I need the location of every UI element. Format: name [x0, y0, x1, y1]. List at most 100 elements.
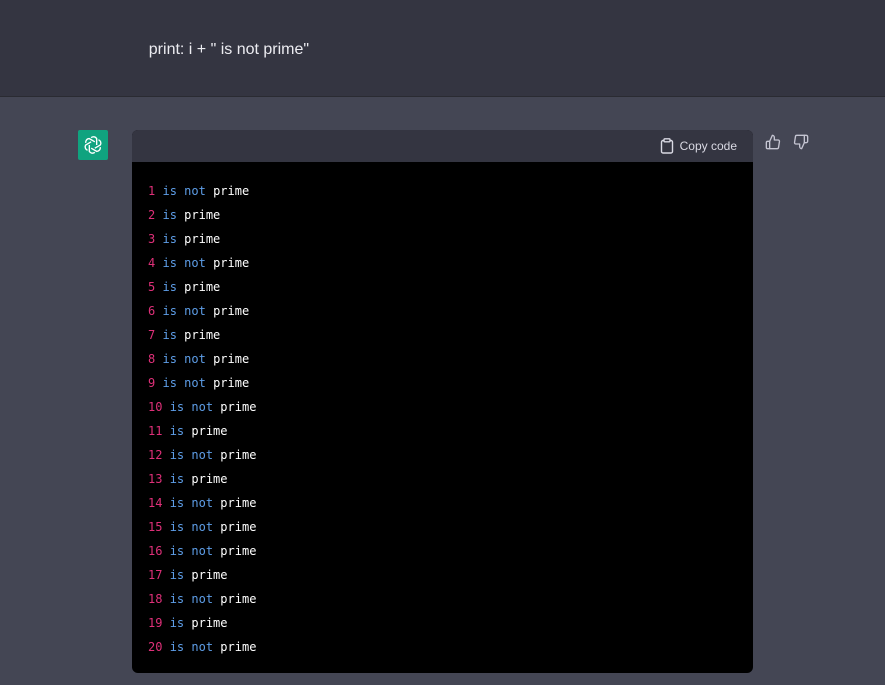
token-num: 3 — [148, 232, 156, 246]
code-output-line: 3 is prime — [148, 227, 737, 251]
thumbs-down-button[interactable] — [792, 133, 810, 151]
code-block: Copy code 1 is not prime 2 is prime 3 is p… — [132, 130, 753, 673]
token-word: prime — [213, 304, 250, 318]
token-is: is — [162, 328, 177, 342]
token-num: 14 — [148, 496, 163, 510]
token-not: not — [184, 184, 206, 198]
token-word: prime — [184, 208, 221, 222]
code-output-line: 20 is not prime — [148, 635, 737, 659]
token-is: is — [169, 592, 185, 606]
token-num: 9 — [148, 376, 156, 390]
token-num: 18 — [148, 592, 163, 606]
token-is: is — [169, 640, 185, 654]
code-output: 1 is not prime 2 is prime 3 is prime 4 is n… — [132, 162, 753, 659]
token-not: not — [184, 304, 206, 318]
token-word: prime — [184, 280, 221, 294]
token-word: prime — [220, 520, 257, 534]
token-not: not — [191, 400, 214, 414]
token-num: 1 — [148, 184, 156, 198]
thumbs-up-icon — [765, 134, 781, 150]
token-not: not — [191, 520, 214, 534]
token-not: not — [191, 544, 214, 558]
token-is: is — [162, 256, 177, 270]
code-line: print: i + " is not prime" — [131, 41, 310, 58]
token-word: prime — [220, 544, 257, 558]
code-output-line: 18 is not prime — [148, 587, 737, 611]
code-output-line: 9 is not prime — [148, 371, 737, 395]
token-num: 16 — [148, 544, 163, 558]
token-num: 6 — [148, 304, 156, 318]
token-num: 5 — [148, 280, 156, 294]
token-num: 12 — [148, 448, 163, 462]
token-word: prime — [213, 352, 250, 366]
token-num: 19 — [148, 616, 163, 630]
token-is: is — [162, 280, 177, 294]
token-word: prime — [191, 568, 228, 582]
token-is: is — [169, 496, 185, 510]
code-output-line: 15 is not prime — [148, 515, 737, 539]
token-word: prime — [191, 472, 228, 486]
token-not: not — [191, 448, 214, 462]
token-word: prime — [184, 232, 221, 246]
code-block-header: Copy code — [132, 130, 753, 162]
token-is: is — [169, 424, 185, 438]
code-output-line: 1 is not prime — [148, 179, 737, 203]
code-output-line: 5 is prime — [148, 275, 737, 299]
token-not: not — [184, 352, 206, 366]
token-is: is — [169, 448, 185, 462]
token-not: not — [191, 496, 214, 510]
code-output-line: 2 is prime — [148, 203, 737, 227]
token-word: prime — [220, 496, 257, 510]
token-is: is — [162, 376, 177, 390]
clipboard-icon — [660, 138, 673, 154]
token-word: prime — [191, 424, 228, 438]
token-is: is — [162, 304, 177, 318]
token-num: 10 — [148, 400, 163, 414]
token-num: 11 — [148, 424, 163, 438]
token-is: is — [169, 544, 185, 558]
assistant-avatar — [78, 130, 108, 160]
code-output-line: 13 is prime — [148, 467, 737, 491]
code-output-line: 10 is not prime — [148, 395, 737, 419]
token-is: is — [162, 208, 177, 222]
token-not: not — [191, 640, 214, 654]
token-word: prime — [191, 616, 228, 630]
token-num: 13 — [148, 472, 163, 486]
code-output-line: 4 is not prime — [148, 251, 737, 275]
token-not: not — [191, 592, 214, 606]
token-num: 17 — [148, 568, 163, 582]
token-word: prime — [213, 184, 250, 198]
token-is: is — [169, 568, 185, 582]
token-is: is — [162, 232, 177, 246]
token-not: not — [184, 376, 206, 390]
user-message: print: i + " is not prime" } } — [0, 0, 885, 196]
thumbs-up-button[interactable] — [764, 133, 782, 151]
token-num: 7 — [148, 328, 156, 342]
code-output-line: 14 is not prime — [148, 491, 737, 515]
code-output-line: 16 is not prime — [148, 539, 737, 563]
token-word: prime — [220, 448, 257, 462]
token-word: prime — [220, 640, 257, 654]
token-is: is — [169, 400, 185, 414]
token-word: prime — [213, 256, 250, 270]
copy-code-label: Copy code — [679, 139, 737, 153]
copy-code-button[interactable]: Copy code — [660, 138, 737, 154]
token-is: is — [169, 520, 185, 534]
code-output-line: 17 is prime — [148, 563, 737, 587]
token-is: is — [162, 352, 177, 366]
token-word: prime — [213, 376, 250, 390]
code-output-line: 12 is not prime — [148, 443, 737, 467]
token-word: prime — [220, 592, 257, 606]
thumbs-down-icon — [793, 134, 809, 150]
token-num: 15 — [148, 520, 163, 534]
code-output-line: 6 is not prime — [148, 299, 737, 323]
code-output-line: 8 is not prime — [148, 347, 737, 371]
code-output-line: 11 is prime — [148, 419, 737, 443]
code-output-line: 7 is prime — [148, 323, 737, 347]
token-is: is — [169, 472, 185, 486]
token-not: not — [184, 256, 206, 270]
token-word: prime — [220, 400, 257, 414]
token-num: 20 — [148, 640, 163, 654]
code-output-line: 19 is prime — [148, 611, 737, 635]
token-is: is — [162, 184, 177, 198]
